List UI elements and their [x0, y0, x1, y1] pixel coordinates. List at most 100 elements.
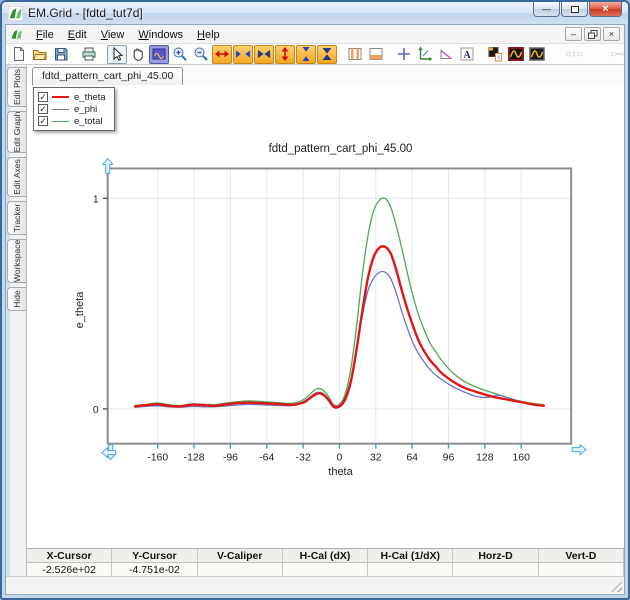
slope-tool-button[interactable] — [436, 45, 456, 64]
minimize-button[interactable]: — — [533, 2, 560, 17]
mdi-restore-button[interactable] — [584, 27, 601, 41]
readout-value-cell — [453, 563, 538, 576]
sidebar-tab-workspace[interactable]: Workspace — [7, 239, 26, 283]
split-horizontal-button[interactable] — [366, 45, 386, 64]
toolbar: ALayou — [6, 44, 624, 65]
menu-item-edit[interactable]: Edit — [61, 27, 94, 43]
axes-tool-button[interactable] — [415, 45, 435, 64]
readout-value-cell — [198, 563, 283, 576]
x-tick-label: -64 — [259, 453, 274, 464]
zoom-out-tool-button[interactable] — [191, 45, 211, 64]
mdi-close-button[interactable]: × — [603, 27, 620, 41]
y-tick-label: 0 — [93, 405, 99, 416]
menu-item-help[interactable]: Help — [190, 27, 227, 43]
readout-header-cell: Horz-D — [453, 549, 538, 562]
readout-value-cell: -2.526e+02 — [27, 563, 112, 576]
h-fit-scale-button[interactable] — [254, 45, 274, 64]
sidebar-tab-tracker[interactable]: Tracker — [7, 201, 26, 235]
maximize-icon — [571, 6, 579, 13]
restore-icon — [588, 30, 598, 39]
readout-header-cell: V-Caliper — [198, 549, 283, 562]
readout-value-cell — [368, 563, 453, 576]
readout-table: X-CursorY-CursorV-CaliperH-Cal (dX)H-Cal… — [27, 548, 624, 576]
readout-header-cell: Y-Cursor — [112, 549, 197, 562]
pointer-tool-button[interactable] — [107, 45, 127, 64]
readout-value-cell — [539, 563, 624, 576]
v-expand-scale-button[interactable] — [275, 45, 295, 64]
x-axis-label: theta — [108, 466, 573, 478]
legend-label: e_theta — [74, 92, 106, 103]
legend-label: e_total — [74, 116, 103, 127]
x-tick-label: -96 — [223, 453, 238, 464]
x-tick-label: 64 — [406, 453, 418, 464]
sidebar-tab-edit-plots[interactable]: Edit Plots — [7, 67, 26, 107]
v-shrink-scale-button[interactable] — [296, 45, 316, 64]
readout-header-cell: H-Cal (1/dX) — [368, 549, 453, 562]
save-file-button[interactable] — [51, 45, 71, 64]
print-button[interactable] — [79, 45, 99, 64]
h-shrink-scale-button[interactable] — [233, 45, 253, 64]
readout-header-cell: X-Cursor — [27, 549, 112, 562]
legend-item: ✓ e_total — [38, 115, 106, 127]
title-bar: EM.Grid - [fdtd_tut7d] — × — [2, 2, 628, 24]
app-window: EM.Grid - [fdtd_tut7d] — × FileEditViewW… — [0, 0, 630, 600]
mdi-minimize-button[interactable]: – — [565, 27, 582, 41]
sidebar-tab-label: Edit Axes — [12, 159, 22, 194]
x-tick-label: -128 — [184, 453, 205, 464]
sidebar-tab-strip: Edit Plots Edit Graph Edit Axes Tracker Work… — [6, 65, 27, 576]
dark-plot-2-button[interactable] — [527, 45, 547, 64]
pan-tool-button[interactable] — [128, 45, 148, 64]
legend-line-swatch — [52, 121, 69, 122]
app-icon — [8, 6, 23, 21]
pan-right-control[interactable] — [572, 445, 586, 455]
menu-item-windows[interactable]: Windows — [131, 27, 190, 43]
pan-up-control[interactable] — [103, 159, 113, 174]
sidebar-tab-hide[interactable]: Hide — [7, 287, 26, 311]
h-link-axes-button[interactable] — [600, 45, 624, 64]
sidebar-tab-edit-graph[interactable]: Edit Graph — [7, 111, 26, 153]
open-file-button[interactable] — [30, 45, 50, 64]
legend-checkbox[interactable]: ✓ — [38, 92, 48, 102]
dark-plot-1-button[interactable] — [506, 45, 526, 64]
h-expand-scale-button[interactable] — [212, 45, 232, 64]
x-tick-label: 32 — [370, 453, 382, 464]
crosshair-tool-button[interactable] — [394, 45, 414, 64]
readout-value-cell: -4.751e-02 — [112, 563, 197, 576]
x-tick-label: 96 — [443, 453, 455, 464]
x-tick-label: -160 — [147, 453, 168, 464]
sidebar-tab-label: Workspace — [12, 240, 22, 282]
svg-text:A: A — [463, 50, 471, 61]
sidebar-tab-edit-axes[interactable]: Edit Axes — [7, 157, 26, 197]
copy-style-button[interactable] — [485, 45, 505, 64]
menu-item-view[interactable]: View — [94, 27, 132, 43]
legend-label: e_phi — [74, 104, 97, 115]
zoom-box-tool-button[interactable] — [149, 45, 169, 64]
y-axis-label: e_theta — [73, 235, 87, 385]
legend-checkbox[interactable]: ✓ — [38, 104, 48, 114]
sidebar-tab-label: Edit Plots — [12, 69, 22, 105]
legend-item: ✓ e_phi — [38, 103, 106, 115]
close-button[interactable]: × — [589, 2, 622, 17]
plot-area: -160-128-96-64-32032649612816001 fdtd_pa… — [27, 85, 624, 548]
split-vertical-button[interactable] — [345, 45, 365, 64]
maximize-button[interactable] — [561, 2, 588, 17]
legend-checkbox[interactable]: ✓ — [38, 116, 48, 126]
sidebar-tab-label: Edit Graph — [12, 112, 22, 153]
sidebar-tab-label: Hide — [12, 290, 22, 307]
document-tab-bar: fdtd_pattern_cart_phi_45.00 — [27, 65, 624, 85]
new-document-button[interactable] — [9, 45, 29, 64]
status-bar — [6, 576, 624, 594]
v-fit-scale-button[interactable] — [317, 45, 337, 64]
text-annotation-button[interactable]: A — [457, 45, 477, 64]
x-tick-label: -32 — [296, 453, 311, 464]
chart-title: fdtd_pattern_cart_phi_45.00 — [108, 143, 573, 155]
zoom-in-tool-button[interactable] — [170, 45, 190, 64]
legend-line-swatch — [52, 109, 69, 110]
document-tab[interactable]: fdtd_pattern_cart_phi_45.00 — [32, 67, 183, 85]
window-title: EM.Grid - [fdtd_tut7d] — [28, 6, 143, 20]
v-link-axes-button[interactable] — [555, 45, 592, 64]
legend-line-swatch — [52, 96, 69, 98]
readout-value-cell — [283, 563, 368, 576]
resize-grip[interactable] — [611, 581, 622, 592]
menu-item-file[interactable]: File — [29, 27, 61, 43]
